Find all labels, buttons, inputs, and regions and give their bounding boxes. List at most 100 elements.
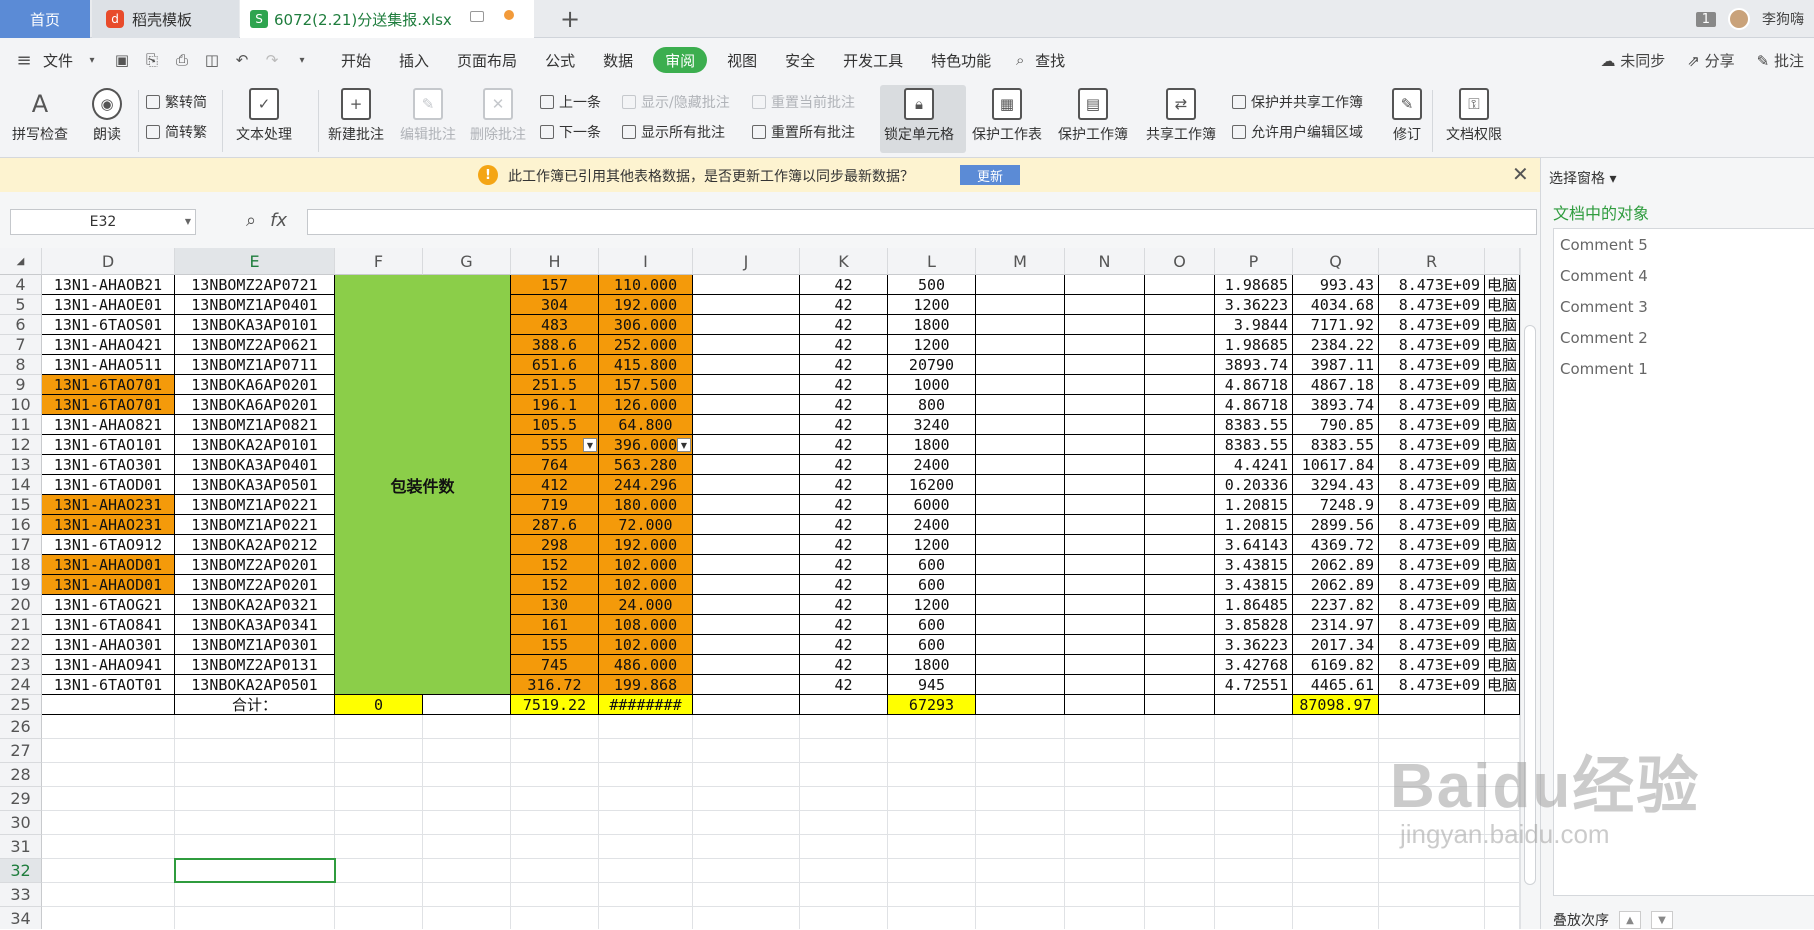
table-cell[interactable]: 13N1-AHAOD01 (42, 575, 175, 595)
table-cell[interactable] (335, 763, 423, 787)
row-header[interactable]: 22 (0, 635, 42, 655)
table-cell[interactable]: 42 (800, 355, 888, 375)
table-cell[interactable]: 764 (511, 455, 599, 475)
table-cell[interactable]: 电脑 (1485, 635, 1520, 655)
table-cell[interactable]: 电脑 (1485, 575, 1520, 595)
table-cell[interactable] (1065, 475, 1145, 495)
table-cell[interactable] (175, 715, 335, 739)
table-cell[interactable]: 8.473E+09 (1379, 655, 1485, 675)
table-cell[interactable]: ######## (599, 695, 693, 715)
table-cell[interactable] (335, 739, 423, 763)
table-cell[interactable] (888, 811, 976, 835)
row-header[interactable]: 28 (0, 763, 42, 787)
close-icon[interactable]: ✕ (1512, 162, 1529, 186)
pane-title[interactable]: 选择窗格 ▾ (1549, 168, 1616, 188)
table-cell[interactable]: 13N1-6TAOT01 (42, 675, 175, 695)
table-cell[interactable] (1145, 415, 1215, 435)
table-cell[interactable]: 13NBOKA6AP0201 (175, 395, 335, 415)
table-cell[interactable]: 13N1-AHAO511 (42, 355, 175, 375)
table-cell[interactable]: 8383.55 (1215, 415, 1293, 435)
table-cell[interactable] (976, 739, 1065, 763)
column-header-q[interactable]: Q (1293, 248, 1379, 275)
table-cell[interactable]: 电脑 (1485, 295, 1520, 315)
user-name[interactable]: 李狗嗨 (1762, 9, 1804, 29)
table-cell[interactable] (1145, 275, 1215, 295)
table-cell[interactable]: 1800 (888, 655, 976, 675)
table-cell[interactable] (1065, 515, 1145, 535)
table-cell[interactable]: 244.296 (599, 475, 693, 495)
tab-home[interactable]: 首页 (0, 0, 90, 38)
table-cell[interactable]: 108.000 (599, 615, 693, 635)
table-cell[interactable]: 4034.68 (1293, 295, 1379, 315)
table-cell[interactable] (1065, 275, 1145, 295)
table-cell[interactable] (1145, 883, 1215, 907)
table-cell[interactable]: 13N1-6TAO701 (42, 375, 175, 395)
table-cell[interactable] (1215, 763, 1293, 787)
table-cell[interactable]: 102.000 (599, 635, 693, 655)
table-cell[interactable]: 13N1-6TAOS01 (42, 315, 175, 335)
table-cell[interactable] (1065, 335, 1145, 355)
table-cell[interactable]: 电脑 (1485, 655, 1520, 675)
next-comment-button[interactable]: 下一条 (540, 122, 601, 142)
select-all-corner[interactable]: ◢ (0, 248, 42, 275)
table-cell[interactable]: 8.473E+09 (1379, 535, 1485, 555)
table-cell[interactable]: 180.000 (599, 495, 693, 515)
column-header-d[interactable]: D (42, 248, 175, 275)
row-header[interactable]: 21 (0, 615, 42, 635)
table-cell[interactable]: 3.36223 (1215, 635, 1293, 655)
table-cell[interactable]: 3.36223 (1215, 295, 1293, 315)
table-cell[interactable] (511, 907, 599, 929)
table-cell[interactable] (423, 907, 511, 929)
table-cell[interactable] (1145, 675, 1215, 695)
table-cell[interactable] (1215, 835, 1293, 859)
table-cell[interactable]: 42 (800, 515, 888, 535)
lock-cell-button[interactable]: 🔒︎ 锁定单元格 (884, 88, 954, 144)
table-cell[interactable]: 1200 (888, 335, 976, 355)
table-cell[interactable]: 电脑 (1485, 395, 1520, 415)
table-cell[interactable] (1379, 907, 1485, 929)
table-cell[interactable]: 2384.22 (1293, 335, 1379, 355)
table-cell[interactable] (976, 763, 1065, 787)
table-cell[interactable] (976, 435, 1065, 455)
name-box[interactable]: E32 ▼ (10, 209, 196, 235)
table-cell[interactable]: 13NBOMZ1AP0221 (175, 515, 335, 535)
column-header-r[interactable]: R (1379, 248, 1485, 275)
table-cell[interactable] (976, 535, 1065, 555)
row-header[interactable]: 17 (0, 535, 42, 555)
table-cell[interactable] (1293, 763, 1379, 787)
row-header[interactable]: 7 (0, 335, 42, 355)
table-cell[interactable] (1145, 763, 1215, 787)
table-cell[interactable]: 800 (888, 395, 976, 415)
table-cell[interactable]: 600 (888, 575, 976, 595)
table-cell[interactable]: 2400 (888, 515, 976, 535)
unsaved-dot-icon[interactable] (504, 10, 514, 20)
table-cell[interactable] (42, 883, 175, 907)
table-cell[interactable] (1145, 375, 1215, 395)
table-cell[interactable]: 3.42768 (1215, 655, 1293, 675)
table-cell[interactable]: 4.72551 (1215, 675, 1293, 695)
table-cell[interactable] (693, 575, 800, 595)
table-cell[interactable] (42, 859, 175, 883)
table-cell[interactable] (800, 835, 888, 859)
table-cell[interactable]: 8.473E+09 (1379, 495, 1485, 515)
table-cell[interactable] (693, 835, 800, 859)
table-cell[interactable] (1145, 715, 1215, 739)
avatar[interactable] (1728, 8, 1750, 30)
table-cell[interactable]: 13NBOMZ1AP0711 (175, 355, 335, 375)
file-menu[interactable]: 文件 (39, 47, 77, 73)
table-cell[interactable]: 304 (511, 295, 599, 315)
table-cell[interactable]: 42 (800, 615, 888, 635)
save-icon[interactable]: ▣ (112, 51, 132, 69)
menu-view[interactable]: 视图 (713, 47, 771, 73)
table-cell[interactable]: 1200 (888, 595, 976, 615)
table-cell[interactable]: 电脑 (1485, 675, 1520, 695)
table-cell[interactable]: 电脑 (1485, 275, 1520, 295)
new-tab-button[interactable]: + (560, 0, 580, 38)
table-cell[interactable]: 1800 (888, 315, 976, 335)
table-cell[interactable] (693, 295, 800, 315)
table-cell[interactable]: 42 (800, 655, 888, 675)
table-cell[interactable]: 10617.84 (1293, 455, 1379, 475)
table-cell[interactable] (511, 811, 599, 835)
table-cell[interactable]: 42 (800, 295, 888, 315)
table-cell[interactable] (1293, 835, 1379, 859)
